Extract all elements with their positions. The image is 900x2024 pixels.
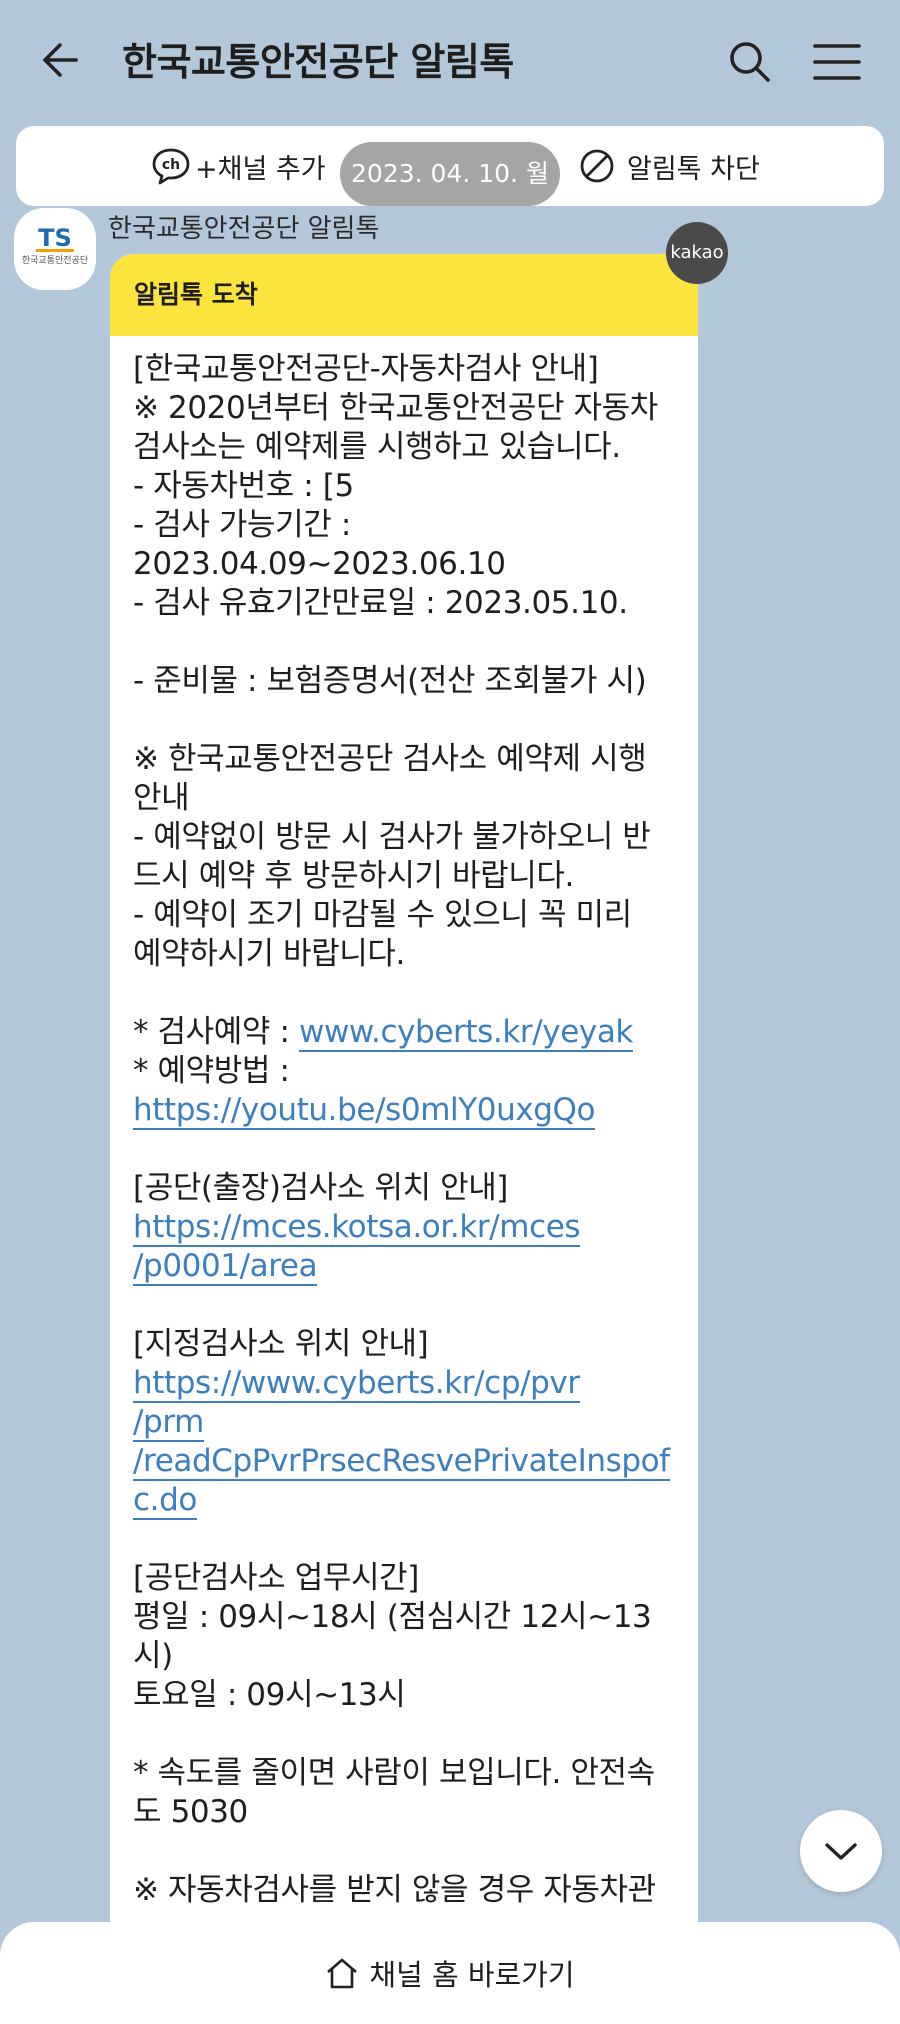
block-icon <box>580 149 614 183</box>
top-app-bar: 한국교통안전공단 알림톡 <box>0 0 900 124</box>
cyberts-link[interactable]: /prm <box>133 1404 204 1442</box>
message-line <box>133 1286 678 1325</box>
message-line: - 검사 가능기간 : <box>133 507 351 543</box>
mces-link[interactable]: https://mces.kotsa.or.kr/mces <box>133 1209 581 1247</box>
message-line: [지정검사소 위치 안내] <box>133 1326 429 1362</box>
channel-chat-icon: ch <box>152 148 190 185</box>
sender-name: 한국교통안전공단 알림톡 <box>108 214 380 244</box>
block-alimtalk-label: 알림톡 차단 <box>627 153 760 185</box>
cyberts-link[interactable]: https://www.cyberts.kr/cp/pvr <box>133 1365 580 1403</box>
add-channel-label: +채널 추가 <box>195 153 326 185</box>
message-line: 검사소는 예약제를 시행하고 있습니다. <box>133 429 621 465</box>
hamburger-menu-icon[interactable] <box>812 40 862 84</box>
message-line: 안내 <box>133 780 190 816</box>
message-line <box>133 701 678 740</box>
message-line: [한국교통안전공단-자동차검사 안내] <box>133 351 599 387</box>
page-title: 한국교통안전공단 알림톡 <box>122 40 514 84</box>
message-line: 평일 : 09시~18시 (점심시간 12시~13 <box>133 1599 652 1635</box>
message-line: [공단(출장)검사소 위치 안내] <box>133 1170 509 1206</box>
avatar-logo-text: TS <box>38 224 72 252</box>
message-line <box>133 623 678 662</box>
message-line <box>133 1520 678 1559</box>
message-line: https://mces.kotsa.or.kr/mces <box>133 1208 678 1247</box>
message-line <box>133 1715 678 1754</box>
message-line: 토요일 : 09시~13시 <box>133 1677 406 1713</box>
cyberts-link[interactable]: /readCpPvrPrsecResvePrivateInspof <box>133 1443 670 1481</box>
message-line: 도 5030 <box>133 1794 248 1830</box>
message-line: /p0001/area <box>133 1247 678 1286</box>
message-line: c.do <box>133 1481 678 1520</box>
home-icon <box>327 1958 358 1989</box>
message-line: 예약하시기 바랍니다. <box>133 936 405 972</box>
message-line: ※ 2020년부터 한국교통안전공단 자동차 <box>133 390 658 426</box>
kakao-badge: kakao <box>666 222 728 284</box>
date-divider: 2023. 04. 10. 월 <box>340 142 560 206</box>
message-line: ※ 한국교통안전공단 검사소 예약제 시행 <box>133 741 647 777</box>
add-channel-button[interactable]: ch +채널 추가 <box>151 144 326 188</box>
message-line: - 예약이 조기 마감될 수 있으니 꼭 미리 <box>133 897 632 933</box>
mces-link[interactable]: /p0001/area <box>133 1248 318 1286</box>
reservation-link[interactable]: www.cyberts.kr/yeyak <box>299 1014 633 1052</box>
search-icon[interactable] <box>726 38 774 86</box>
svg-text:ch: ch <box>162 157 180 173</box>
message-line: 시) <box>133 1638 173 1674</box>
chevron-down-icon <box>825 1843 857 1860</box>
channel-home-button[interactable]: 채널 홈 바로가기 <box>0 1922 900 2024</box>
message-line: https://www.cyberts.kr/cp/pvr <box>133 1364 678 1403</box>
message-line: * 속도를 줄이면 사람이 보입니다. 안전속 <box>133 1755 655 1791</box>
channel-home-label: 채널 홈 바로가기 <box>369 1958 575 1992</box>
message-line: - 검사 유효기간만료일 : 2023.05.10. <box>133 585 628 621</box>
youtube-link[interactable]: https://youtu.be/s0mlY0uxgQo <box>133 1092 596 1130</box>
message-line: * 검사예약 : www.cyberts.kr/yeyak <box>133 1013 678 1052</box>
message-line: - 준비물 : 보험증명서(전산 조회불가 시) <box>133 663 647 699</box>
avatar-caption: 한국교통안전공단 <box>22 255 88 266</box>
message-line: - 예약없이 방문 시 검사가 불가하오니 반 <box>133 819 651 855</box>
cyberts-link[interactable]: c.do <box>133 1482 197 1520</box>
message-line <box>133 974 678 1013</box>
message-line: 드시 예약 후 방문하시기 바랍니다. <box>133 858 574 894</box>
message-line: - 자동차번호 : [5 <box>133 468 354 504</box>
message-body: [한국교통안전공단-자동차검사 안내] ※ 2020년부터 한국교통안전공단 자… <box>110 336 698 1910</box>
bubble-header: 알림톡 도착 <box>110 254 698 336</box>
scroll-to-bottom-button[interactable] <box>800 1810 882 1892</box>
message-line <box>133 1832 678 1871</box>
block-alimtalk-button[interactable]: 알림톡 차단 <box>579 144 760 188</box>
message-line: ※ 자동차검사를 받지 않을 경우 자동차관 <box>133 1872 656 1908</box>
message-line: 2023.04.09~2023.06.10 <box>133 546 506 582</box>
message-line: /readCpPvrPrsecResvePrivateInspof <box>133 1442 678 1481</box>
back-arrow-icon[interactable] <box>36 34 88 86</box>
channel-avatar[interactable]: TS 한국교통안전공단 <box>14 208 96 290</box>
message-bubble: 알림톡 도착 [한국교통안전공단-자동차검사 안내] ※ 2020년부터 한국교… <box>110 254 698 2014</box>
message-line: * 예약방법 : <box>133 1053 290 1089</box>
message-line: [공단검사소 업무시간] <box>133 1560 419 1596</box>
message-line: /prm <box>133 1403 678 1442</box>
message-line: https://youtu.be/s0mlY0uxgQo <box>133 1091 678 1130</box>
message-line-text: * 검사예약 : <box>133 1014 299 1050</box>
message-line <box>133 1130 678 1169</box>
